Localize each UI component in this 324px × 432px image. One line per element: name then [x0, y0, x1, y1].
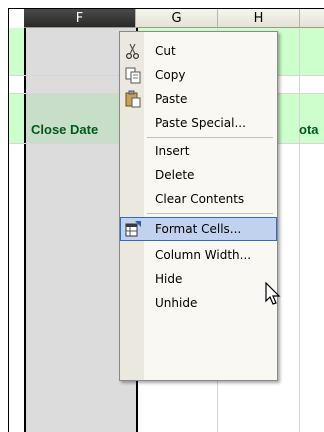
column-header-next[interactable] — [300, 9, 324, 28]
menu-item-paste-special[interactable]: Paste Special... — [121, 112, 276, 134]
menu-label: Cut — [155, 44, 176, 58]
menu-item-delete[interactable]: Delete — [121, 164, 276, 186]
menu-item-clear-contents[interactable]: Clear Contents — [121, 188, 276, 210]
menu-item-cut[interactable]: Cut — [121, 40, 276, 62]
menu-label: Delete — [155, 168, 195, 182]
menu-label: Paste — [155, 92, 188, 106]
menu-item-insert[interactable]: Insert — [121, 140, 276, 162]
menu-item-hide[interactable]: Hide — [121, 268, 276, 290]
menu-label: Copy — [155, 68, 186, 82]
menu-label: Clear Contents — [155, 192, 245, 206]
gridline — [299, 28, 300, 432]
format-cells-icon — [124, 220, 142, 238]
column-header-f[interactable]: F — [24, 9, 136, 28]
copy-icon — [124, 66, 142, 84]
mouse-cursor-icon — [265, 281, 285, 308]
total-cell-partial[interactable]: ota — [299, 122, 319, 137]
menu-item-copy[interactable]: Copy — [121, 64, 276, 86]
menu-separator — [147, 213, 273, 214]
menu-label: Insert — [155, 144, 190, 158]
menu-separator — [147, 137, 273, 138]
menu-label: Hide — [155, 272, 183, 286]
paste-icon — [124, 90, 142, 108]
column-header-g[interactable]: G — [136, 9, 218, 28]
menu-label: Paste Special... — [155, 116, 246, 130]
scissors-icon — [124, 42, 142, 60]
menu-label: Unhide — [155, 296, 198, 310]
context-menu: Cut Copy Paste Paste Special... Insert D… — [119, 31, 278, 381]
close-date-cell[interactable]: Close Date — [31, 122, 98, 137]
column-header-h[interactable]: H — [218, 9, 300, 28]
menu-item-column-width[interactable]: Column Width... — [121, 244, 276, 266]
menu-item-unhide[interactable]: Unhide — [121, 292, 276, 314]
menu-label: Format Cells... — [155, 222, 242, 236]
menu-item-paste[interactable]: Paste — [121, 88, 276, 110]
menu-item-format-cells[interactable]: Format Cells... — [120, 217, 277, 241]
menu-label: Column Width... — [155, 248, 252, 262]
